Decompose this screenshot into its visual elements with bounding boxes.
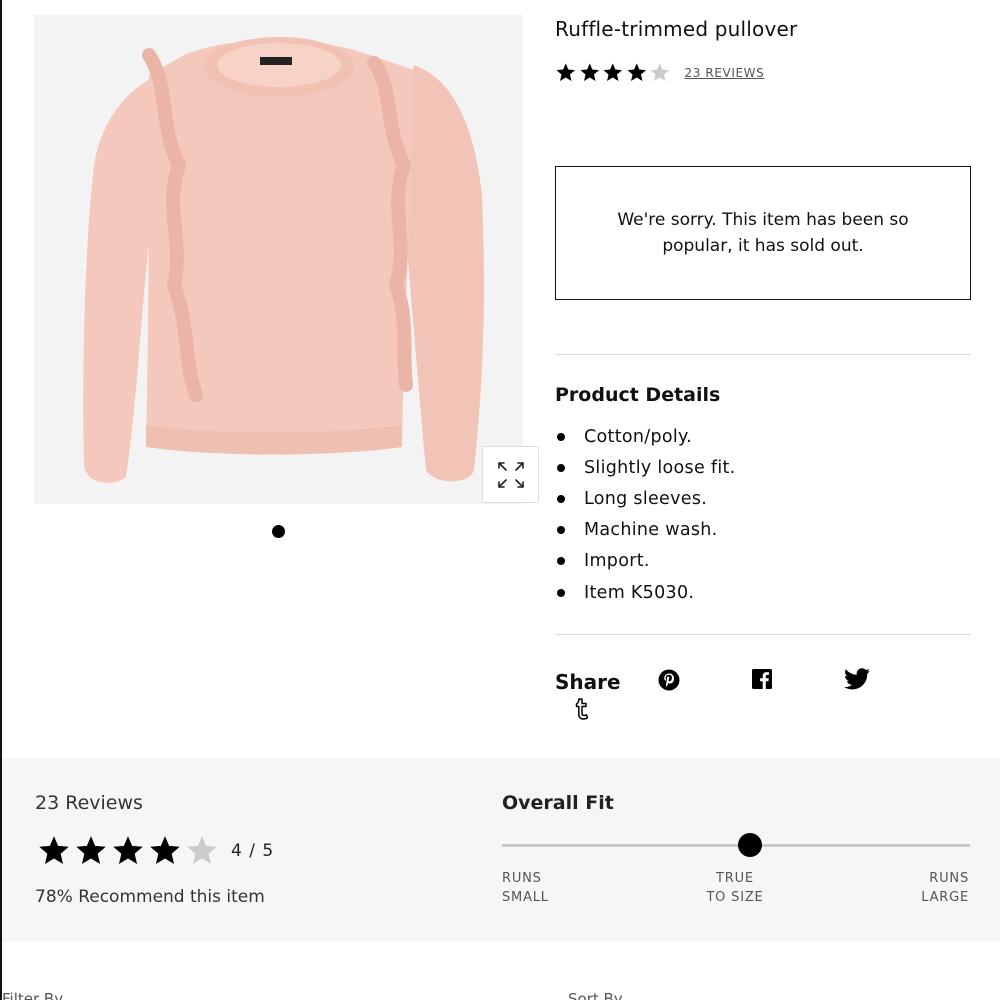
star-filled-icon: [76, 836, 106, 865]
detail-text: Cotton/poly.: [584, 426, 693, 447]
product-title: Ruffle-trimmed pullover: [555, 17, 798, 41]
product-details-list: Cotton/poly. Slightly loose fit. Long sl…: [555, 421, 736, 608]
reviews-count: 23 Reviews: [35, 792, 143, 814]
star-empty-icon: [650, 63, 670, 81]
sort-by[interactable]: Sort By: [568, 990, 623, 1000]
detail-text: Machine wash.: [584, 520, 718, 541]
twitter-button[interactable]: [843, 667, 871, 691]
divider: [555, 634, 971, 635]
facebook-button[interactable]: [751, 668, 773, 690]
rating-score: 4 / 5: [231, 841, 275, 861]
share-label: Share: [555, 670, 621, 694]
bullet-icon: [557, 432, 565, 441]
list-item: Cotton/poly.: [555, 421, 736, 452]
star-filled-icon: [150, 836, 180, 865]
star-filled-icon: [603, 63, 623, 81]
reviews-rating: 4 / 5: [37, 834, 274, 868]
list-item: Machine wash.: [555, 515, 736, 546]
bullet-icon: [557, 526, 565, 535]
fit-label-small: RUNS SMALL: [502, 871, 549, 905]
soldout-message: We're sorry. This item has been so popul…: [617, 210, 909, 256]
expand-arrows-icon: [497, 461, 524, 488]
detail-text: Long sleeves.: [584, 488, 708, 509]
overall-fit-title: Overall Fit: [502, 792, 614, 814]
product-rating: 23 REVIEWS: [555, 62, 764, 84]
recommend-text: 78% Recommend this item: [35, 887, 265, 907]
fit-scale: [502, 833, 970, 857]
facebook-icon: [752, 669, 772, 689]
divider: [555, 354, 971, 355]
list-item: Long sleeves.: [555, 483, 736, 514]
product-image[interactable]: [34, 15, 539, 504]
bullet-icon: [557, 588, 565, 597]
rating-stars: [555, 62, 671, 84]
pinterest-icon: [658, 669, 680, 691]
twitter-icon: [844, 668, 870, 690]
bullet-icon: [557, 494, 565, 503]
product-details-title: Product Details: [555, 384, 721, 406]
star-filled-icon: [626, 63, 646, 81]
star-filled-icon: [579, 63, 599, 81]
star-filled-icon: [39, 836, 69, 865]
detail-text: Item K5030.: [584, 582, 695, 603]
pinterest-button[interactable]: [657, 668, 681, 692]
filter-by[interactable]: Filter By: [2, 990, 63, 1000]
carousel-dot[interactable]: [272, 525, 285, 538]
reviews-link[interactable]: 23 REVIEWS: [685, 66, 765, 80]
expand-image-button[interactable]: [482, 446, 539, 503]
list-item: Slightly loose fit.: [555, 452, 736, 483]
star-filled-icon: [556, 63, 576, 81]
list-item: Import.: [555, 546, 736, 577]
tumblr-icon: [575, 698, 589, 720]
reviews-summary: 23 Reviews 4 / 5 78% Recommend this item…: [2, 758, 1000, 942]
detail-text: Import.: [584, 551, 650, 572]
fit-label-true: TRUE TO SIZE: [706, 871, 764, 905]
star-empty-icon: [187, 836, 217, 865]
star-filled-icon: [113, 836, 143, 865]
list-item: Item K5030.: [555, 577, 736, 608]
tumblr-button[interactable]: [572, 697, 592, 721]
fit-label-large: RUNS LARGE: [921, 871, 969, 905]
rating-stars: [37, 834, 219, 868]
bullet-icon: [557, 557, 565, 566]
fit-indicator: [738, 833, 763, 857]
sweater-image: [83, 37, 484, 483]
detail-text: Slightly loose fit.: [584, 457, 736, 478]
bullet-icon: [557, 463, 565, 472]
soldout-notice: We're sorry. This item has been so popul…: [555, 166, 971, 300]
